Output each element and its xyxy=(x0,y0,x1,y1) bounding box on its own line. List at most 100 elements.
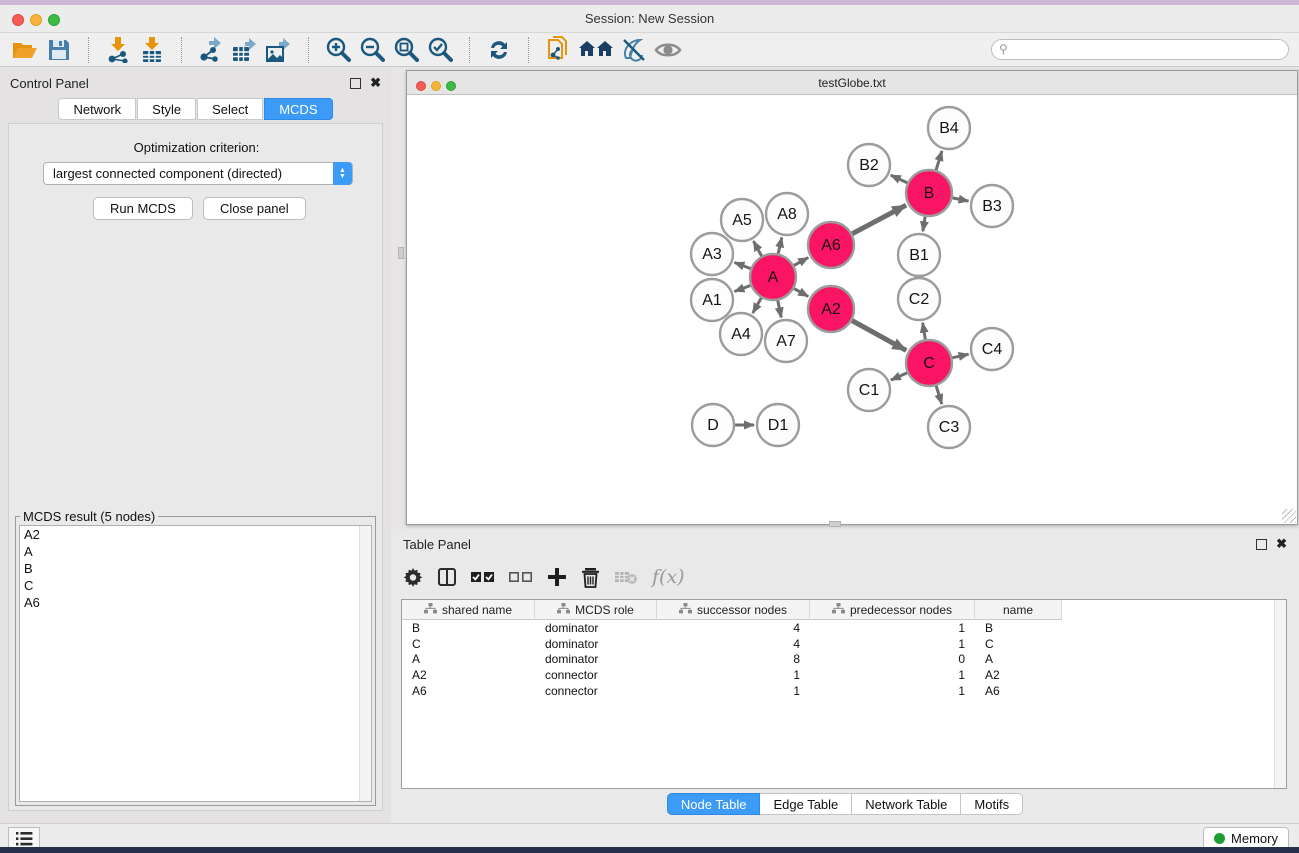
cell-name: A xyxy=(975,652,1062,668)
memory-status-icon xyxy=(1214,833,1225,844)
float-panel-icon[interactable] xyxy=(350,78,361,89)
toolbar-separator xyxy=(181,37,182,63)
tab-style[interactable]: Style xyxy=(137,98,196,120)
table-row[interactable]: Bdominator41B xyxy=(402,620,1286,636)
add-column-icon[interactable] xyxy=(547,567,567,587)
column-selector-icon[interactable] xyxy=(437,567,457,587)
network-canvas[interactable]: B4B2BB3A8A5A6A3B1AA1C2A2A4A7C4CC1DD1C3 xyxy=(408,96,1296,524)
node-label-A7: A7 xyxy=(776,333,796,350)
export-table-icon[interactable] xyxy=(228,36,262,64)
list-icon xyxy=(15,831,33,847)
node-label-D: D xyxy=(707,417,719,434)
close-panel-icon[interactable]: ✖ xyxy=(1276,536,1287,552)
network-window-titlebar[interactable]: testGlobe.txt xyxy=(407,71,1297,95)
column-header-label: predecessor nodes xyxy=(850,603,952,617)
result-item[interactable]: A6 xyxy=(20,594,371,611)
table-row[interactable]: Adominator80A xyxy=(402,652,1286,668)
criterion-select[interactable]: largest connected component (directed) ▲… xyxy=(43,162,353,185)
splitter-handle[interactable] xyxy=(829,521,841,527)
table-settings-icon[interactable] xyxy=(403,567,423,587)
node-label-A1: A1 xyxy=(702,292,722,309)
column-header-label: successor nodes xyxy=(697,603,787,617)
zoom-out-icon[interactable] xyxy=(355,36,389,64)
tab-network-table[interactable]: Network Table xyxy=(852,793,961,815)
tab-network[interactable]: Network xyxy=(58,98,136,120)
table-row[interactable]: Cdominator41C xyxy=(402,636,1286,652)
cell-name: C xyxy=(975,636,1062,652)
column-header-name[interactable]: name xyxy=(975,600,1062,620)
run-mcds-button[interactable]: Run MCDS xyxy=(93,197,193,220)
cell-shared-name: A2 xyxy=(402,667,535,683)
toggle-styles-icon[interactable] xyxy=(617,36,651,64)
save-session-icon[interactable] xyxy=(42,36,76,64)
search-container: ⚲ xyxy=(991,39,1289,60)
zoom-in-icon[interactable] xyxy=(321,36,355,64)
result-item[interactable]: B xyxy=(20,560,371,577)
node-label-B3: B3 xyxy=(982,198,1002,215)
tab-motifs[interactable]: Motifs xyxy=(961,793,1023,815)
node-table[interactable]: shared name MCDS role successor nodes prede… xyxy=(401,599,1287,789)
column-header-predecessor-nodes[interactable]: predecessor nodes xyxy=(810,600,975,620)
import-network-icon[interactable] xyxy=(101,36,135,64)
toolbar-separator xyxy=(528,37,529,63)
window-resize-grip[interactable] xyxy=(1282,509,1296,523)
column-header-MCDS-role[interactable]: MCDS role xyxy=(535,600,657,620)
node-label-B2: B2 xyxy=(859,157,879,174)
node-label-C2: C2 xyxy=(909,291,930,308)
search-input[interactable] xyxy=(991,39,1289,60)
node-label-C: C xyxy=(923,355,935,372)
export-network-icon[interactable] xyxy=(194,36,228,64)
network-from-selection-icon[interactable] xyxy=(541,36,575,64)
cell-MCDS-role: dominator xyxy=(535,636,657,652)
tab-edge-table[interactable]: Edge Table xyxy=(760,793,852,815)
result-item[interactable]: A xyxy=(20,543,371,560)
apply-layout-icon[interactable] xyxy=(482,36,516,64)
cell-successor-nodes: 4 xyxy=(657,636,810,652)
node-label-B: B xyxy=(924,185,935,202)
cell-name: B xyxy=(975,620,1062,636)
tab-select[interactable]: Select xyxy=(197,98,263,120)
cell-MCDS-role: connector xyxy=(535,667,657,683)
function-builder-icon[interactable]: f(x) xyxy=(652,566,685,588)
cell-shared-name: B xyxy=(402,620,535,636)
tab-mcds[interactable]: MCDS xyxy=(264,98,332,120)
column-header-shared-name[interactable]: shared name xyxy=(402,600,535,620)
column-header-label: MCDS role xyxy=(575,603,634,617)
select-all-icon[interactable] xyxy=(471,570,495,584)
network-view-window: testGlobe.txt B4B2BB3A8A5A6A3B1AA1C2A2A4… xyxy=(406,70,1298,525)
import-table-icon[interactable] xyxy=(135,36,169,64)
show-panels-icon[interactable] xyxy=(575,36,617,64)
float-panel-icon[interactable] xyxy=(1256,539,1267,550)
network-graph[interactable]: B4B2BB3A8A5A6A3B1AA1C2A2A4A7C4CC1DD1C3 xyxy=(408,96,1296,524)
open-file-icon[interactable] xyxy=(8,36,42,64)
close-panel-icon[interactable]: ✖ xyxy=(370,75,381,91)
zoom-fit-icon[interactable] xyxy=(389,36,423,64)
cell-shared-name: A6 xyxy=(402,683,535,699)
delete-table-icon[interactable] xyxy=(614,569,638,585)
show-hide-icon[interactable] xyxy=(651,36,685,64)
cell-name: A2 xyxy=(975,667,1062,683)
network-window-title: testGlobe.txt xyxy=(407,76,1297,90)
result-list-scrollbar[interactable] xyxy=(359,526,371,801)
node-label-A: A xyxy=(768,269,779,286)
mcds-result-list[interactable]: A2ABCA6 xyxy=(19,525,372,802)
zoom-selected-icon[interactable] xyxy=(423,36,457,64)
column-header-successor-nodes[interactable]: successor nodes xyxy=(657,600,810,620)
table-row[interactable]: A2connector11A2 xyxy=(402,667,1286,683)
splitter-handle[interactable] xyxy=(398,247,404,259)
table-row[interactable]: A6connector11A6 xyxy=(402,683,1286,699)
delete-column-icon[interactable] xyxy=(581,567,600,588)
export-image-icon[interactable] xyxy=(262,36,296,64)
workspace-area: testGlobe.txt B4B2BB3A8A5A6A3B1AA1C2A2A4… xyxy=(391,67,1299,823)
node-label-A6: A6 xyxy=(821,237,841,254)
cell-MCDS-role: dominator xyxy=(535,652,657,668)
table-scrollbar[interactable] xyxy=(1274,600,1286,788)
tab-node-table[interactable]: Node Table xyxy=(667,793,761,815)
result-item[interactable]: C xyxy=(20,577,371,594)
cell-predecessor-nodes: 1 xyxy=(810,667,975,683)
close-panel-button[interactable]: Close panel xyxy=(203,197,306,220)
deselect-all-icon[interactable] xyxy=(509,570,533,584)
result-item[interactable]: A2 xyxy=(20,526,371,543)
node-label-B1: B1 xyxy=(909,247,929,264)
node-label-A5: A5 xyxy=(732,212,752,229)
